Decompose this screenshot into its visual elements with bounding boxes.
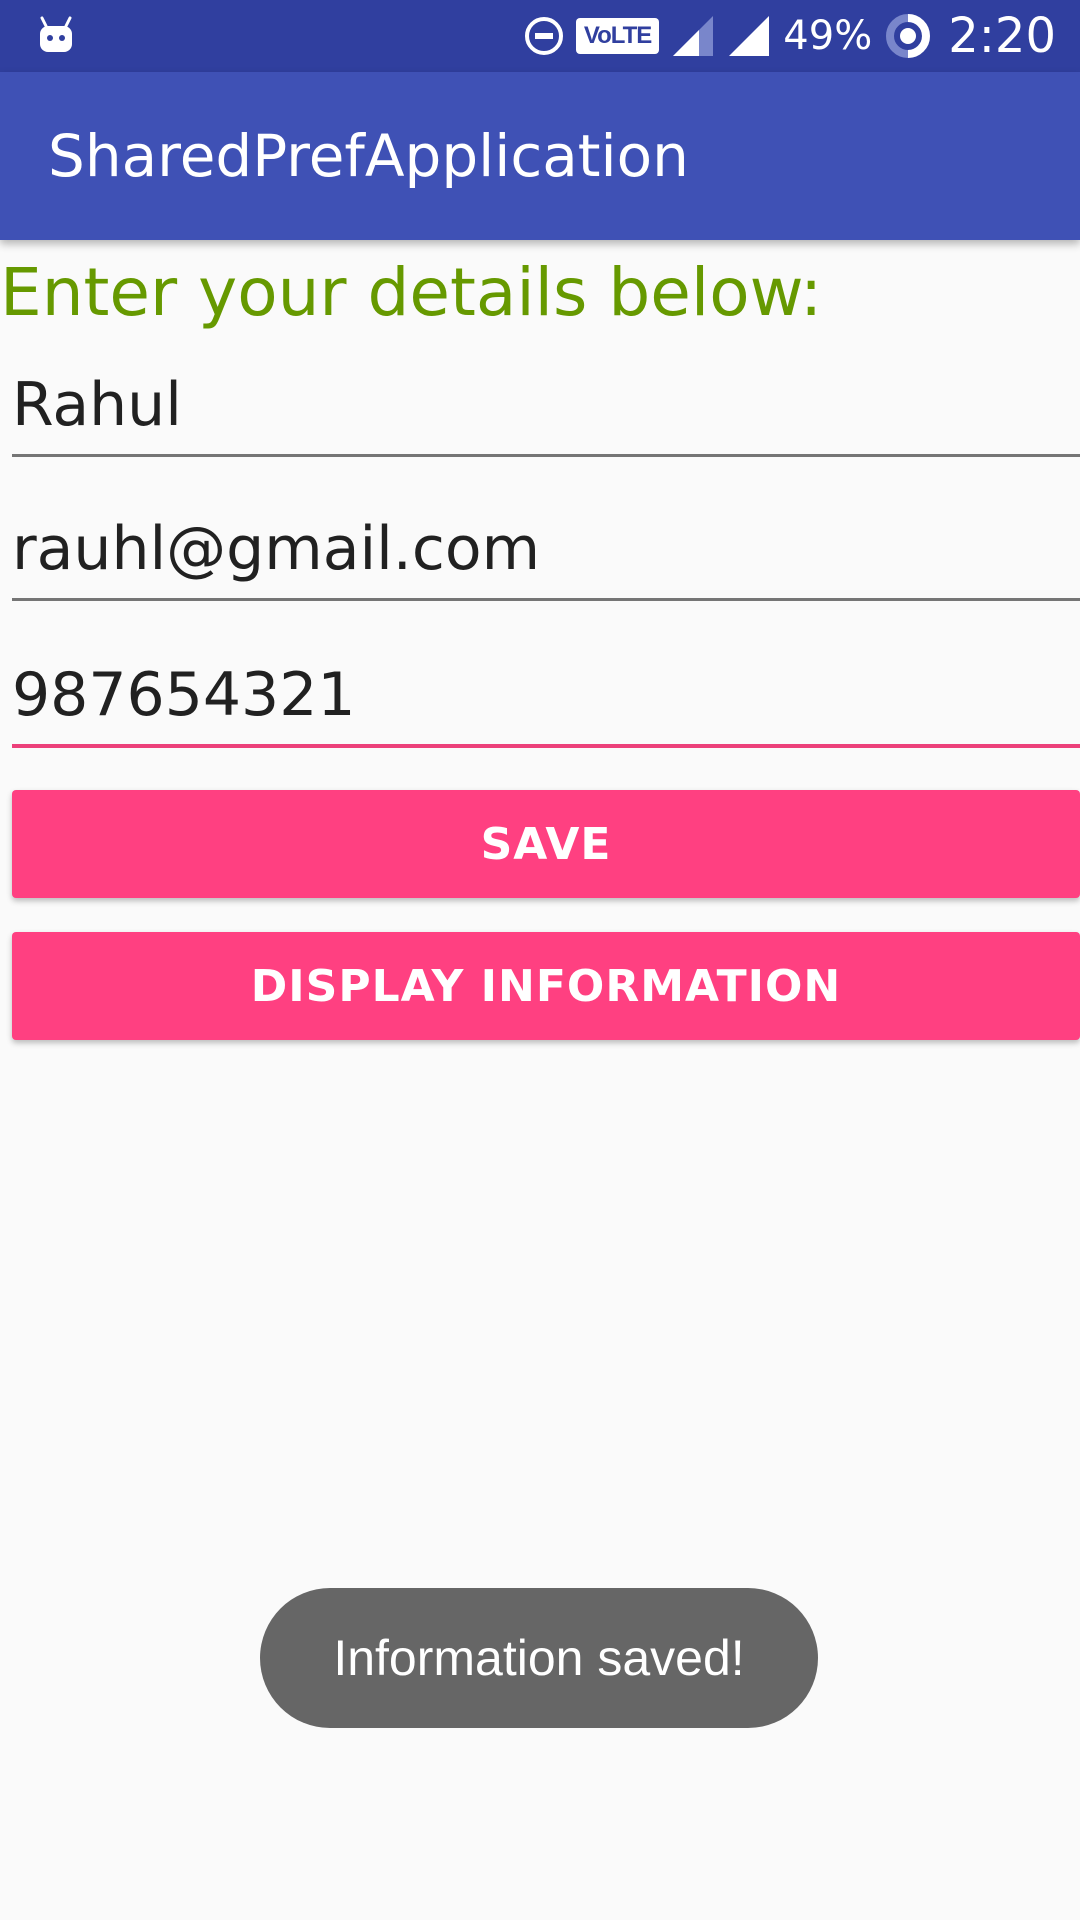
battery-percentage: 49% <box>783 13 873 59</box>
display-information-button[interactable]: DISPLAY INFORMATION <box>12 932 1080 1040</box>
email-field[interactable]: rauhl@gmail.com <box>12 514 1080 601</box>
name-field[interactable]: Rahul <box>12 370 1080 457</box>
volte-badge: VoLTE <box>575 18 660 54</box>
status-bar: VoLTE 49% 2:20 <box>0 0 1080 72</box>
toast-message: Information saved! <box>260 1588 818 1728</box>
battery-icon <box>886 14 931 58</box>
name-field-value: Rahul <box>12 370 182 440</box>
clock: 2:20 <box>948 8 1056 64</box>
phone-field[interactable]: 987654321 <box>12 660 1080 748</box>
form-heading: Enter your details below: <box>0 254 823 331</box>
app-title: SharedPrefApplication <box>48 122 689 190</box>
email-field-value: rauhl@gmail.com <box>12 514 541 584</box>
save-button[interactable]: SAVE <box>12 790 1080 898</box>
status-icons: VoLTE 49% 2:20 <box>524 0 1056 72</box>
signal-strength-icon <box>673 16 714 56</box>
do-not-disturb-icon <box>524 16 564 56</box>
android-icon <box>36 14 76 56</box>
phone-field-value: 987654321 <box>12 660 356 730</box>
signal-strength-icon-2 <box>729 16 770 56</box>
app-bar: SharedPrefApplication <box>0 72 1080 240</box>
